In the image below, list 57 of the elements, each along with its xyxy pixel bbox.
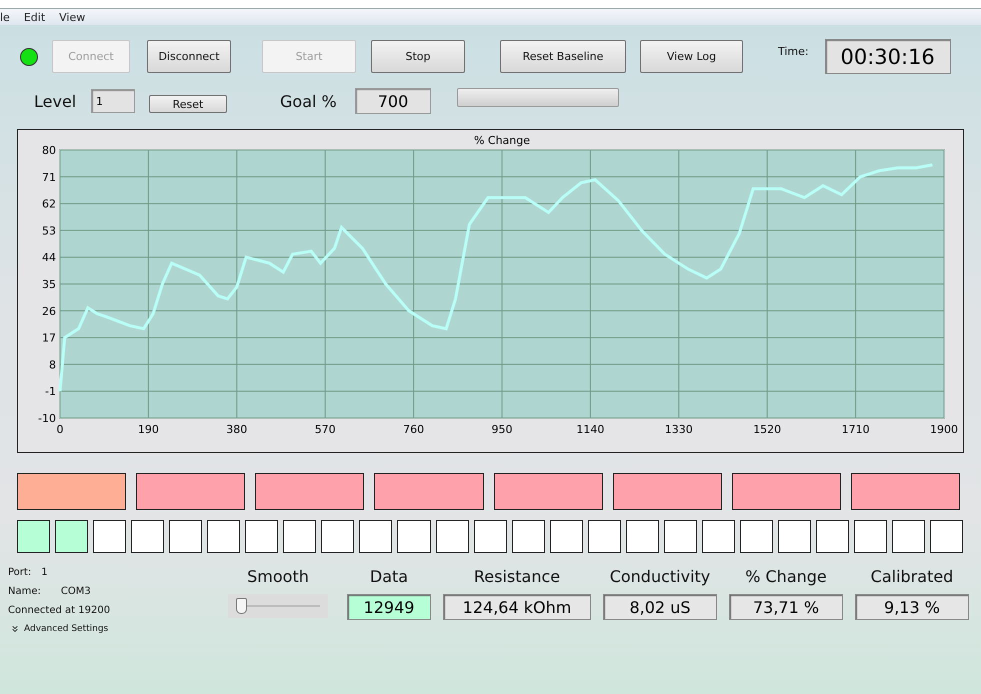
x-tick-label: 1140 xyxy=(576,423,604,436)
readout-label: Resistance xyxy=(474,567,560,586)
menu-item[interactable]: Edit xyxy=(24,10,46,24)
goal-field[interactable]: 700 xyxy=(355,88,431,114)
readout-label: Data xyxy=(370,567,408,586)
name-value: COM3 xyxy=(60,586,91,597)
y-tick-label: 80 xyxy=(42,144,56,157)
y-tick-label: -1 xyxy=(45,385,56,398)
advanced-settings-toggle[interactable]: Advanced Settings xyxy=(8,624,108,634)
x-tick-label: 570 xyxy=(314,423,336,436)
y-tick-label: 62 xyxy=(42,198,56,211)
x-tick-label: 190 xyxy=(138,423,159,436)
time-display: 00:30:16 xyxy=(824,39,951,74)
level-label: Level xyxy=(34,92,78,110)
readout-value: 12949 xyxy=(347,594,431,620)
name-label: Name: xyxy=(8,586,41,597)
readout-label: % Change xyxy=(745,567,827,586)
time-label: Time: xyxy=(778,45,809,58)
x-tick-label: 760 xyxy=(403,423,424,436)
smooth-slider[interactable] xyxy=(228,594,328,618)
x-tick-label: 1520 xyxy=(753,423,782,436)
menu-item[interactable]: View xyxy=(59,10,86,24)
y-tick-label: 71 xyxy=(42,170,56,184)
x-tick-label: 1900 xyxy=(930,423,958,436)
level-field[interactable]: 1 xyxy=(91,89,135,113)
chart-title: % Change xyxy=(474,134,530,147)
reset-button[interactable]: Reset xyxy=(149,95,227,113)
y-tick-label: 44 xyxy=(42,251,56,264)
goal-label: Goal % xyxy=(280,92,338,110)
slider-thumb[interactable] xyxy=(236,598,247,614)
x-tick-label: 1330 xyxy=(664,423,693,436)
readout-value: 73,71 % xyxy=(729,594,843,620)
y-tick-label: 8 xyxy=(49,358,56,372)
port-label: Port: xyxy=(8,567,32,578)
connection-status: Connected at 19200 xyxy=(8,605,112,616)
y-tick-label: -10 xyxy=(38,412,56,425)
x-tick-label: 1710 xyxy=(842,423,870,436)
x-tick-label: 0 xyxy=(56,423,64,436)
toolbar-button[interactable]: Disconnect xyxy=(147,40,231,73)
readout-value: 9,13 % xyxy=(855,594,969,620)
readout-label: Calibrated xyxy=(870,567,954,586)
y-tick-label: 26 xyxy=(42,304,56,318)
x-tick-label: 950 xyxy=(492,423,512,436)
toolbar-button[interactable]: Reset Baseline xyxy=(500,40,626,73)
y-tick-label: 17 xyxy=(42,332,56,345)
y-tick-label: 53 xyxy=(42,224,56,238)
port-value: 1 xyxy=(41,567,48,578)
x-tick-label: 380 xyxy=(226,423,248,436)
readout-value: 124,64 kOhm xyxy=(443,594,591,620)
double-chevron-icon xyxy=(10,624,20,634)
menu-item[interactable]: le xyxy=(0,10,10,24)
toolbar-button[interactable]: Stop xyxy=(371,40,465,73)
readout-value: 8,02 uS xyxy=(603,594,717,620)
toolbar-button[interactable]: View Log xyxy=(640,40,743,73)
y-tick-label: 35 xyxy=(42,278,56,291)
smooth-label: Smooth xyxy=(247,567,309,586)
readout-label: Conductivity xyxy=(610,567,710,586)
